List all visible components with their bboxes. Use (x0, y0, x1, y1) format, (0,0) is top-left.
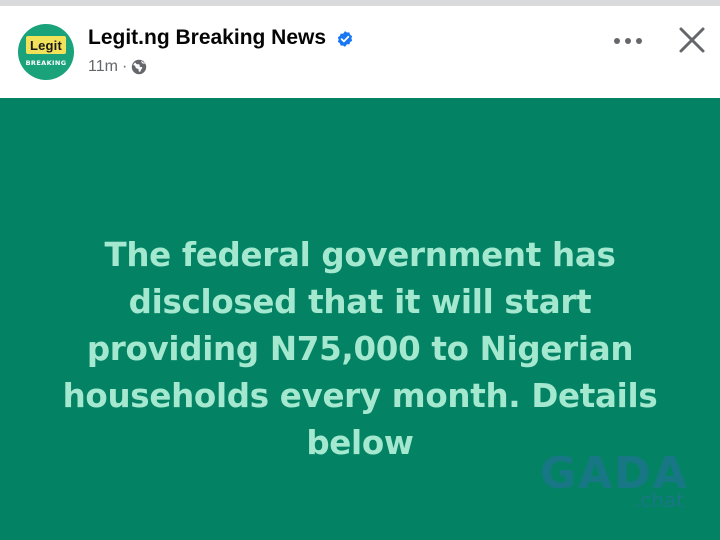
page-name-link[interactable]: Legit.ng Breaking News (88, 26, 326, 50)
globe-icon (132, 59, 147, 75)
post-meta: 11m · (88, 58, 147, 76)
close-button[interactable] (672, 20, 712, 60)
page-avatar[interactable]: Legit BREAKING (18, 24, 74, 80)
close-icon (679, 27, 705, 53)
facebook-post-view: Legit BREAKING Legit.ng Breaking News 11… (0, 0, 720, 540)
more-options-icon (614, 38, 642, 44)
watermark-logo: GADA .chat (540, 448, 700, 518)
logo-subtext: BREAKING (25, 59, 67, 67)
verified-badge-icon (337, 31, 353, 47)
post-background-card[interactable]: The federal government has disclosed tha… (0, 98, 720, 540)
more-options-button[interactable] (608, 24, 648, 58)
meta-separator: · (121, 58, 128, 75)
post-timestamp[interactable]: 11m (88, 58, 118, 76)
logo-text: Legit (26, 36, 66, 54)
post-text: The federal government has disclosed tha… (62, 236, 658, 462)
watermark-sub-text: .chat (634, 488, 685, 512)
post-header: Legit BREAKING Legit.ng Breaking News 11… (0, 6, 720, 98)
